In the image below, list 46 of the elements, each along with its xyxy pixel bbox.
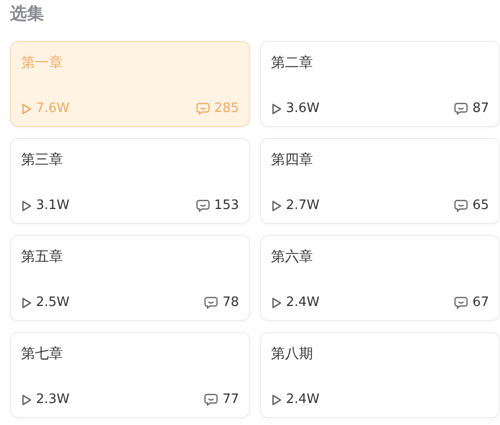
play-count: 7.6W bbox=[36, 101, 70, 116]
episode-title: 第三章 bbox=[21, 151, 64, 169]
comment-icon bbox=[454, 296, 468, 309]
episode-title: 第六章 bbox=[271, 248, 314, 266]
episode-card[interactable]: 第三章 3.1W 153 bbox=[10, 138, 250, 224]
play-icon bbox=[271, 200, 282, 212]
play-count: 2.4W bbox=[286, 295, 320, 310]
comment-count: 77 bbox=[222, 392, 239, 407]
play-icon bbox=[21, 394, 32, 406]
episode-title: 第七章 bbox=[21, 345, 64, 363]
episode-title: 第五章 bbox=[21, 248, 64, 266]
play-count: 2.3W bbox=[36, 392, 70, 407]
comment-icon bbox=[196, 199, 210, 212]
comment-count: 78 bbox=[222, 295, 239, 310]
comment-icon bbox=[454, 102, 468, 115]
episode-title: 第八期 bbox=[271, 345, 314, 363]
play-icon bbox=[271, 296, 282, 308]
play-icon bbox=[21, 296, 32, 308]
comment-count: 67 bbox=[472, 295, 489, 310]
episode-card[interactable]: 第二章 3.6W 87 bbox=[260, 41, 500, 127]
episode-card[interactable]: 第四章 2.7W 65 bbox=[260, 138, 500, 224]
section-title: 选集 bbox=[9, 3, 44, 26]
episode-card[interactable]: 第七章 2.3W 77 bbox=[10, 332, 250, 418]
episode-card[interactable]: 第八期 2.4W bbox=[260, 332, 500, 418]
episode-card[interactable]: 第五章 2.5W 78 bbox=[10, 235, 250, 321]
play-count: 2.5W bbox=[36, 295, 70, 310]
comment-count: 65 bbox=[472, 198, 489, 213]
play-icon bbox=[271, 102, 282, 114]
comment-icon bbox=[204, 296, 218, 309]
episode-title: 第二章 bbox=[271, 54, 314, 72]
episode-title: 第一章 bbox=[21, 54, 64, 72]
comment-icon bbox=[454, 199, 468, 212]
play-count: 3.6W bbox=[286, 101, 320, 116]
comment-count: 153 bbox=[214, 198, 239, 213]
play-icon bbox=[21, 200, 32, 212]
comment-count: 87 bbox=[472, 101, 489, 116]
comment-icon bbox=[204, 393, 218, 406]
episode-card[interactable]: 第六章 2.4W 67 bbox=[260, 235, 500, 321]
comment-icon bbox=[196, 102, 210, 115]
play-icon bbox=[271, 394, 282, 406]
episode-title: 第四章 bbox=[271, 151, 314, 169]
play-icon bbox=[21, 102, 32, 114]
play-count: 3.1W bbox=[36, 198, 70, 213]
comment-count: 285 bbox=[214, 101, 239, 116]
play-count: 2.4W bbox=[286, 392, 320, 407]
play-count: 2.7W bbox=[286, 198, 320, 213]
